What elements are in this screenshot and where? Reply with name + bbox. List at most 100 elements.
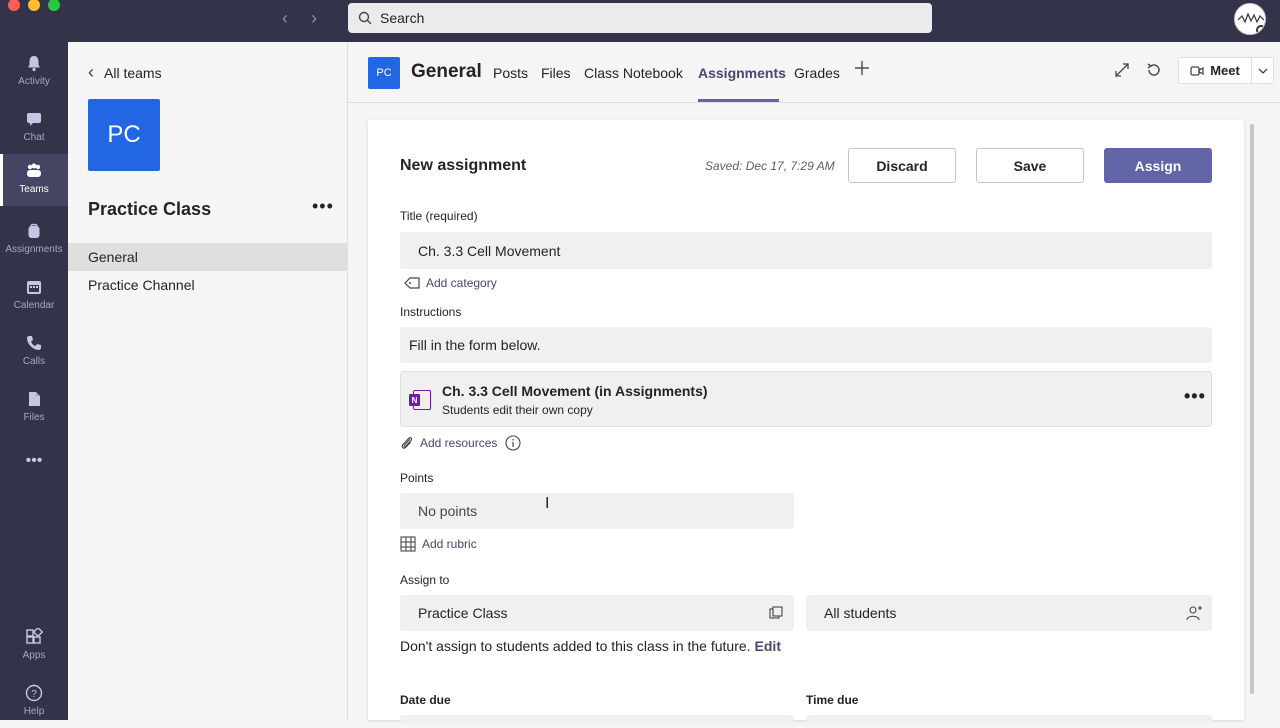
rail-label: Help bbox=[23, 706, 45, 717]
expand-icon[interactable] bbox=[1114, 62, 1130, 83]
info-icon[interactable] bbox=[505, 435, 521, 451]
team-more-options-icon[interactable]: ••• bbox=[312, 196, 334, 217]
students-select[interactable]: All students bbox=[806, 595, 1212, 631]
forward-arrow-icon[interactable]: › bbox=[311, 8, 317, 29]
tab-grades[interactable]: Grades bbox=[794, 65, 840, 81]
channel-title: General bbox=[411, 61, 482, 82]
close-window-button[interactable] bbox=[8, 0, 20, 11]
rail-files[interactable]: Files bbox=[0, 382, 68, 434]
meet-button[interactable]: Meet bbox=[1178, 57, 1252, 84]
points-field[interactable]: No points bbox=[400, 493, 794, 529]
apps-icon bbox=[26, 628, 43, 644]
rail-calendar[interactable]: Calendar bbox=[0, 270, 68, 322]
title-value: Ch. 3.3 Cell Movement bbox=[418, 242, 561, 259]
add-person-icon bbox=[1186, 606, 1202, 621]
title-label: Title (required) bbox=[400, 209, 478, 223]
date-due-field[interactable] bbox=[400, 715, 794, 723]
chevron-down-icon bbox=[1258, 68, 1267, 74]
rail-assignments[interactable]: Assignments bbox=[0, 214, 68, 266]
tab-files[interactable]: Files bbox=[541, 65, 571, 81]
more-apps-icon[interactable]: ••• bbox=[0, 446, 68, 498]
avatar[interactable] bbox=[1234, 3, 1266, 35]
assign-to-label: Assign to bbox=[400, 573, 450, 587]
add-rubric-link[interactable]: Add rubric bbox=[400, 536, 477, 552]
rail-chat[interactable]: Chat bbox=[0, 102, 68, 154]
tab-assignments[interactable]: Assignments bbox=[698, 65, 786, 81]
add-category-label: Add category bbox=[426, 276, 497, 290]
rail-help[interactable]: ? Help bbox=[0, 676, 68, 728]
rail-label: Calendar bbox=[13, 300, 55, 311]
channel-avatar: PC bbox=[368, 57, 400, 89]
time-due-label: Time due bbox=[806, 693, 859, 707]
add-resources-link[interactable]: Add resources bbox=[400, 435, 521, 451]
minimize-window-button[interactable] bbox=[28, 0, 40, 11]
saved-status: Saved: Dec 17, 7:29 AM bbox=[705, 159, 835, 173]
tab-posts[interactable]: Posts bbox=[493, 65, 528, 81]
channel-header: PC General Posts Files Class Notebook As… bbox=[348, 42, 1280, 103]
meet-label: Meet bbox=[1210, 63, 1240, 78]
phone-icon bbox=[27, 336, 41, 350]
all-teams-label: All teams bbox=[104, 64, 162, 81]
rail-activity[interactable]: Activity bbox=[0, 46, 68, 98]
teams-icon bbox=[27, 163, 41, 177]
instructions-label: Instructions bbox=[400, 305, 462, 319]
date-due-label: Date due bbox=[400, 693, 451, 707]
assign-button[interactable]: Assign bbox=[1104, 148, 1212, 183]
title-bar: ‹ › Search bbox=[0, 0, 1280, 42]
all-teams-link[interactable]: ‹ All teams bbox=[88, 62, 162, 83]
channel-practice[interactable]: Practice Channel bbox=[68, 271, 348, 299]
meet-dropdown[interactable] bbox=[1252, 57, 1274, 84]
refresh-icon[interactable] bbox=[1146, 62, 1162, 83]
assignment-form: New assignment Saved: Dec 17, 7:29 AM Di… bbox=[368, 120, 1244, 723]
students-value: All students bbox=[824, 605, 897, 621]
discard-button[interactable]: Discard bbox=[848, 148, 956, 183]
resource-subtitle: Students edit their own copy bbox=[442, 403, 593, 417]
scrollbar[interactable] bbox=[1250, 124, 1254, 694]
search-placeholder: Search bbox=[380, 10, 425, 26]
instructions-field[interactable]: Fill in the form below. bbox=[400, 327, 1212, 363]
class-value: Practice Class bbox=[418, 605, 508, 621]
edit-link[interactable]: Edit bbox=[755, 638, 781, 654]
time-due-field[interactable] bbox=[806, 715, 1212, 723]
channel-general[interactable]: General bbox=[68, 243, 348, 271]
chevron-left-icon: ‹ bbox=[88, 62, 94, 82]
rail-label: Apps bbox=[22, 650, 46, 661]
future-note-text: Don't assign to students added to this c… bbox=[400, 638, 751, 654]
rail-label: Assignments bbox=[5, 244, 63, 255]
text-cursor-icon: I bbox=[545, 495, 550, 512]
paperclip-icon bbox=[401, 437, 413, 449]
search-input[interactable]: Search bbox=[348, 3, 932, 33]
add-category-link[interactable]: Add category bbox=[404, 276, 497, 290]
active-tab-indicator bbox=[698, 99, 779, 102]
class-picker-icon bbox=[769, 606, 783, 619]
resource-card[interactable]: N Ch. 3.3 Cell Movement (in Assignments)… bbox=[400, 371, 1212, 427]
class-select[interactable]: Practice Class bbox=[400, 595, 794, 631]
app-rail: Activity Chat Teams Assignments Calendar… bbox=[0, 42, 68, 720]
form-heading: New assignment bbox=[400, 157, 527, 174]
rail-calls[interactable]: Calls bbox=[0, 326, 68, 378]
search-icon bbox=[358, 11, 372, 25]
help-icon: ? bbox=[25, 684, 43, 702]
instructions-value: Fill in the form below. bbox=[409, 337, 541, 353]
add-resources-label: Add resources bbox=[420, 436, 498, 450]
grid-icon bbox=[400, 536, 416, 552]
calendar-icon bbox=[27, 281, 41, 294]
save-button[interactable]: Save bbox=[976, 148, 1084, 183]
add-tab-icon[interactable] bbox=[854, 60, 870, 81]
maximize-window-button[interactable] bbox=[48, 0, 60, 11]
rail-label: Calls bbox=[22, 356, 46, 367]
resource-title: Ch. 3.3 Cell Movement (in Assignments) bbox=[442, 383, 708, 399]
team-panel: ‹ All teams PC Practice Class ••• Genera… bbox=[68, 42, 348, 720]
title-field[interactable]: Ch. 3.3 Cell Movement bbox=[400, 232, 1212, 269]
bell-icon bbox=[28, 56, 40, 72]
tab-class-notebook[interactable]: Class Notebook bbox=[584, 65, 683, 81]
back-arrow-icon[interactable]: ‹ bbox=[282, 8, 288, 29]
points-value: No points bbox=[418, 503, 478, 519]
video-camera-icon bbox=[1190, 65, 1204, 76]
rail-apps[interactable]: Apps bbox=[0, 620, 68, 672]
rail-teams[interactable]: Teams bbox=[0, 154, 68, 206]
resource-more-options-icon[interactable]: ••• bbox=[1184, 386, 1206, 407]
file-icon bbox=[29, 392, 40, 406]
status-indicator bbox=[1256, 25, 1265, 34]
rail-label: Teams bbox=[19, 184, 49, 195]
